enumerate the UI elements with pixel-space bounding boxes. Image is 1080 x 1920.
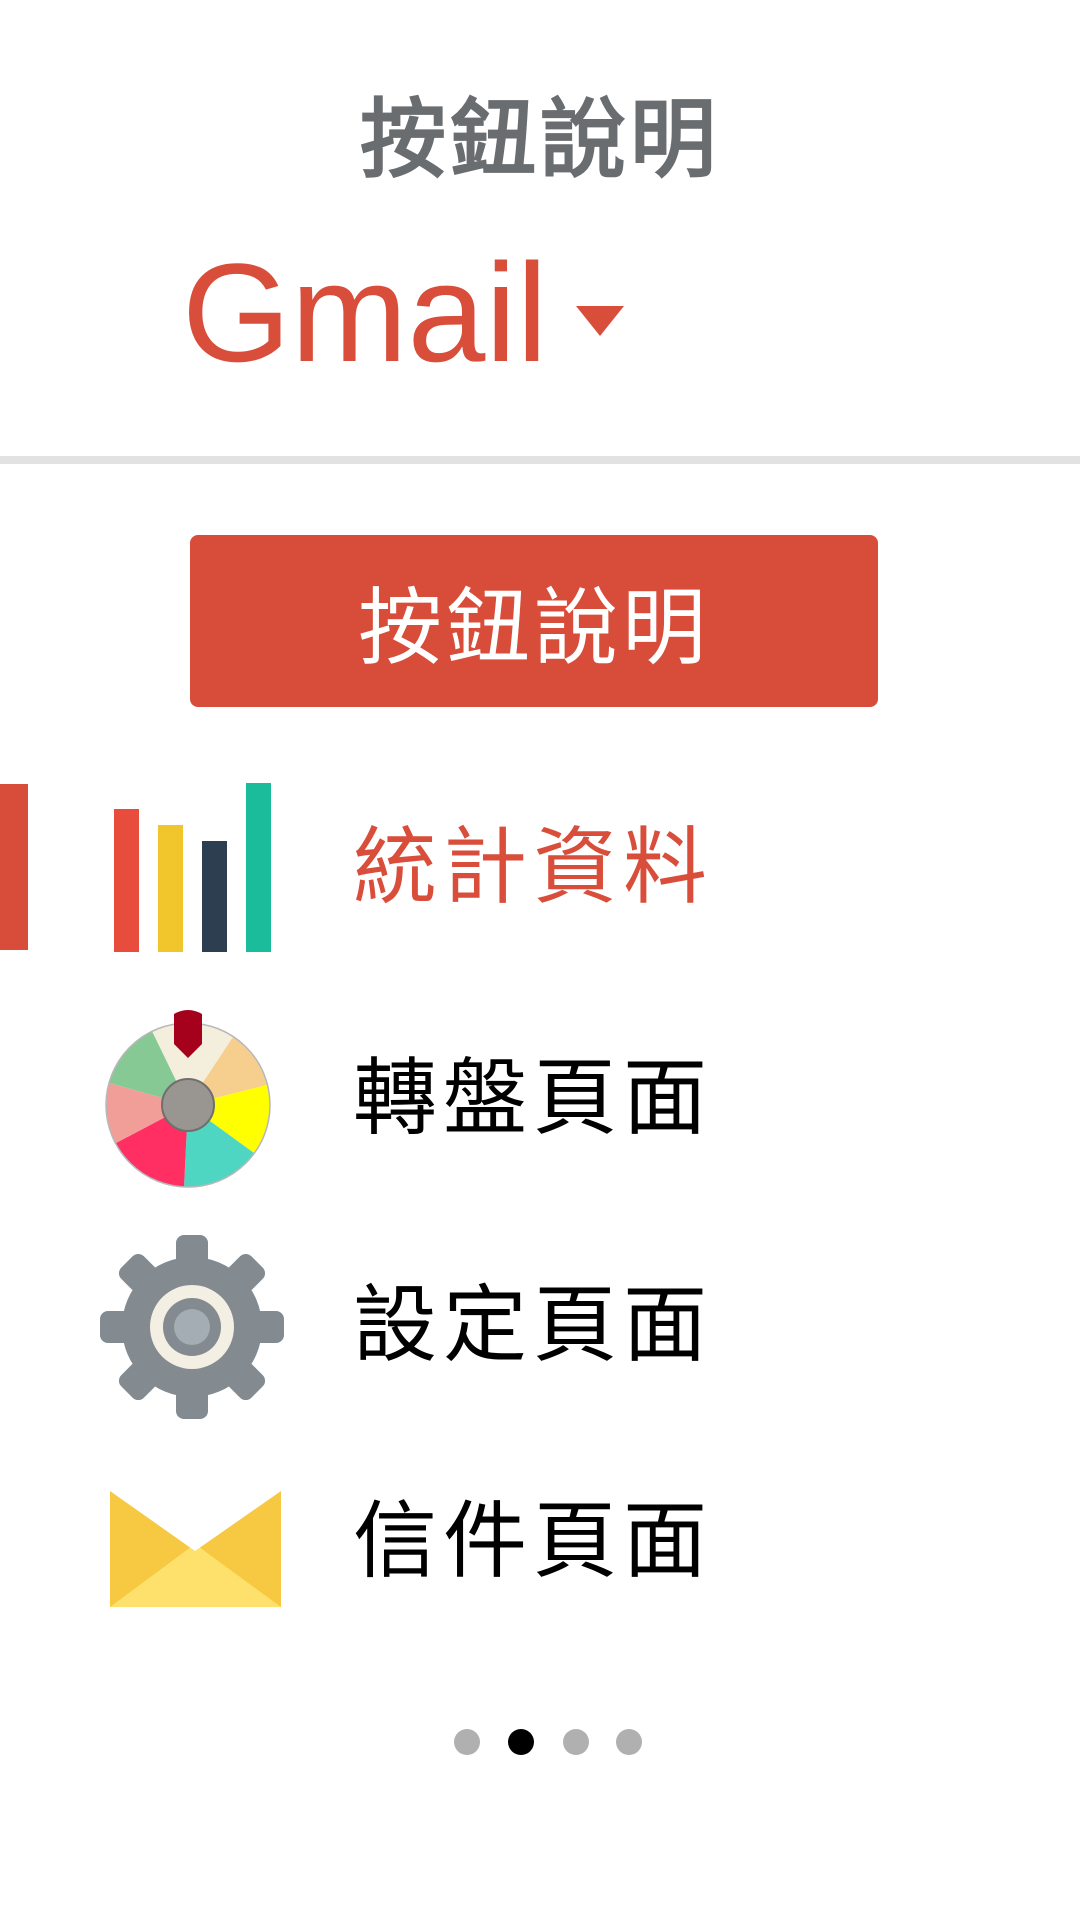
caret-down-icon xyxy=(575,306,624,336)
menu-item-mail[interactable]: 信件頁面 xyxy=(0,1441,1080,1641)
menu-item-label: 設定頁面 xyxy=(353,1276,714,1374)
gear-icon xyxy=(100,1225,285,1425)
menu-item-spin-wheel[interactable]: 轉盤頁面 xyxy=(0,998,1080,1198)
page-dot[interactable] xyxy=(616,1729,642,1755)
divider xyxy=(0,456,1080,464)
menu-item-label: 信件頁面 xyxy=(353,1492,714,1590)
bar-chart-icon xyxy=(100,767,285,967)
page-dot[interactable] xyxy=(563,1729,589,1755)
envelope-icon xyxy=(100,1441,285,1641)
account-name: Gmail xyxy=(182,234,548,391)
help-button[interactable]: 按鈕說明 xyxy=(190,535,878,707)
page-title: 按鈕說明 xyxy=(360,90,720,190)
page-dot-active[interactable] xyxy=(508,1729,534,1755)
menu-item-label: 轉盤頁面 xyxy=(353,1049,714,1147)
account-selector[interactable]: Gmail xyxy=(182,238,624,388)
page-dot[interactable] xyxy=(454,1729,480,1755)
menu-item-settings[interactable]: 設定頁面 xyxy=(0,1225,1080,1425)
menu-item-statistics[interactable]: 統計資料 xyxy=(0,767,1080,967)
menu-item-label: 統計資料 xyxy=(353,818,714,916)
spin-wheel-icon xyxy=(100,998,285,1198)
